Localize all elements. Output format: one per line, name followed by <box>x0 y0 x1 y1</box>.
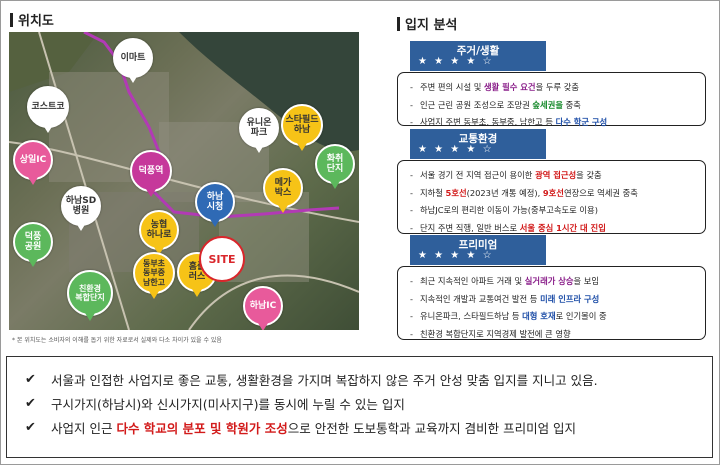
premium-list: 최근 지속적인 아파트 거래 및 실거래가 상승을 보임지속적인 개발과 교통여… <box>410 273 697 343</box>
highlight-text: 9호선 <box>542 187 564 198</box>
list-item: 지속적인 개발과 교통여건 발전 등 미래 인프라 구성 <box>410 291 697 309</box>
highlight-text: 숲세권을 <box>532 99 563 110</box>
emart-pin: 이마트 <box>113 38 153 83</box>
list-item: 서울 경기 전 지역 접근이 용이한 광역 접근성을 갖춤 <box>410 167 697 185</box>
eco-complex-pin: 친환경 복합단지 <box>67 270 113 321</box>
text-segment: 지하철 <box>420 187 446 198</box>
location-title: 위치도 <box>18 14 54 29</box>
highlight-text: 5호선 <box>445 187 467 198</box>
check-icon: ✔ <box>25 419 36 435</box>
highlight-text: 생활 필수 요건 <box>483 82 536 92</box>
hwachwi-complex-pin: 화취 단지 <box>315 144 355 189</box>
text-segment: 최근 지속적인 아파트 거래 및 <box>420 276 525 286</box>
highlight-text: 서울 중심 1시간 대 진입 <box>519 222 606 233</box>
hanam-sd-hospital-pin: 하남SD 병원 <box>61 186 101 231</box>
residential-rating-stars: ★ ★ ★ ★ ☆ <box>418 56 494 67</box>
highlight-text: 대형 호재 <box>522 311 556 321</box>
megabox-pin: 메가 박스 <box>263 168 303 213</box>
text-segment: 을 두루 갖춤 <box>535 82 580 92</box>
hanam-ic-pin: 하남IC <box>243 286 283 330</box>
list-item: 지하철 5호선(2023년 개통 예정), 9호선연장으로 역세권 중축 <box>410 185 697 203</box>
summary-box: ✔ 서울과 인접한 사업지로 좋은 교통, 생활환경을 가지며 복잡하지 않은 … <box>6 356 713 458</box>
list-item: 최근 지속적인 아파트 거래 및 실거래가 상승을 보임 <box>410 273 697 291</box>
summary-row: ✔ 서울과 인접한 사업지로 좋은 교통, 생활환경을 가지며 복잡하지 않은 … <box>25 367 712 391</box>
location-section-title: 위치도 <box>10 10 54 29</box>
list-item: 인근 근린 공원 조성으로 조망권 숲세권을 중축 <box>410 97 697 115</box>
list-item: 친환경 복합단지로 지역경제 발전에 큰 영향 <box>410 326 697 344</box>
text-segment: 을 갖춤 <box>576 170 602 180</box>
starfield-pin: 스타필드 하남 <box>281 104 323 151</box>
analysis-title: 입지 분석 <box>405 18 458 33</box>
residential-card: 주변 편의 시설 및 생활 필수 요건을 두루 갖춤인근 근린 공원 조성으로 … <box>397 72 706 127</box>
list-item: 하남JC로의 편리한 이동이 가능(중부고속도로 이용) <box>410 202 697 220</box>
highlight-text: 다수 학교의 분포 및 학원가 조성 <box>116 420 288 436</box>
check-icon: ✔ <box>25 371 36 387</box>
transport-list: 서울 경기 전 지역 접근이 용이한 광역 접근성을 갖춤지하철 5호선(202… <box>410 167 697 237</box>
text-segment: 사업지 주변 동부초, 동부중, 남한고 등 <box>420 117 556 127</box>
residential-list: 주변 편의 시설 및 생활 필수 요건을 두루 갖춤인근 근린 공원 조성으로 … <box>410 79 697 132</box>
summary-row: ✔ 사업지 인근 다수 학교의 분포 및 학원가 조성으로 안전한 도보통학과 … <box>25 415 712 439</box>
transport-header: 교통환경 ★ ★ ★ ★ ☆ <box>410 129 546 159</box>
text-segment: 친환경 복합단지로 지역경제 발전에 큰 영향 <box>420 328 571 339</box>
text-segment: 주변 편의 시설 및 <box>420 82 484 92</box>
text-segment: 단지 주변 직행, 일반 버스로 <box>420 222 520 233</box>
text-segment: 사업지 인근 <box>51 420 117 436</box>
title-bar-icon <box>10 12 13 27</box>
text-segment: 서울 경기 전 지역 접근이 용이한 <box>420 170 536 180</box>
analysis-section-title: 입지 분석 <box>397 14 457 33</box>
premium-card: 최근 지속적인 아파트 거래 및 실거래가 상승을 보임지속적인 개발과 교통여… <box>397 266 706 340</box>
unique-park-pin: 유니온 파크 <box>239 108 279 153</box>
transport-rating-stars: ★ ★ ★ ★ ☆ <box>418 144 494 155</box>
summary-row: ✔ 구시가지(하남시)와 신시가지(미사지구)를 동시에 누릴 수 있는 입지 <box>25 391 712 415</box>
summary-text: 구시가지(하남시)와 신시가지(미사지구)를 동시에 누릴 수 있는 입지 <box>51 394 405 413</box>
text-segment: 으로 안전한 도보통학과 교육까지 겸비한 프리미엄 입지 <box>287 420 577 436</box>
site-pin: SITE <box>199 236 245 282</box>
premium-rating-stars: ★ ★ ★ ★ ☆ <box>418 250 494 261</box>
text-segment: 인근 근린 공원 조성으로 조망권 <box>420 99 533 110</box>
summary-text: 서울과 인접한 사업지로 좋은 교통, 생활환경을 가지며 복잡하지 않은 주거… <box>51 370 598 389</box>
deokpung-station-pin: 덕풍역 <box>130 150 172 197</box>
dongbu-schools-pin: 동부초 동부중 남한고 <box>133 252 175 299</box>
text-segment: 로 인기몰이 중 <box>555 311 607 321</box>
text-segment: 연장으로 역세권 중축 <box>563 187 638 198</box>
list-item: 유니온파크, 스타필드하남 등 대형 호재로 인기몰이 중 <box>410 308 697 326</box>
hanam-city-hall-pin: 하남 시청 <box>195 182 235 227</box>
highlight-text: 다수 학군 구성 <box>555 117 608 127</box>
text-segment: 지속적인 개발과 교통여건 발전 등 <box>420 293 541 304</box>
text-segment: 을 보임 <box>573 276 600 286</box>
costco-pin: 코스트코 <box>27 86 69 133</box>
list-item: 주변 편의 시설 및 생활 필수 요건을 두루 갖춤 <box>410 79 697 97</box>
location-map: 이마트 코스트코 상일IC 하남SD 병원 덕풍역 유니온 파크 스타필드 하남… <box>9 32 359 330</box>
text-segment: 구시가지(하남시)와 신시가지(미사지구)를 동시에 누릴 수 있는 입지 <box>51 396 405 412</box>
text-segment: 중축 <box>562 99 581 110</box>
residential-header: 주거/생활 ★ ★ ★ ★ ☆ <box>410 41 546 71</box>
map-disclaimer: * 본 위치도는 소비자의 이해를 돕기 위한 자료로서 실제와 다소 차이가 … <box>12 337 222 344</box>
text-segment: 유니온파크, 스타필드하남 등 <box>420 311 523 321</box>
sangil-ic-pin: 상일IC <box>13 140 53 185</box>
highlight-text: 미래 인프라 구성 <box>540 293 600 304</box>
text-segment: 하남JC로의 편리한 이동이 가능(중부고속도로 이용) <box>420 205 598 215</box>
title-bar-icon <box>397 16 400 31</box>
text-segment: 서울과 인접한 사업지로 좋은 교통, 생활환경을 가지며 복잡하지 않은 주거… <box>51 372 598 388</box>
nonghyup-hanaro-pin: 농협 하나로 <box>139 210 179 255</box>
transport-card: 서울 경기 전 지역 접근이 용이한 광역 접근성을 갖춤지하철 5호선(202… <box>397 160 706 234</box>
summary-text: 사업지 인근 다수 학교의 분포 및 학원가 조성으로 안전한 도보통학과 교육… <box>51 418 576 437</box>
premium-header: 프리미엄 ★ ★ ★ ★ ☆ <box>410 235 546 265</box>
highlight-text: 광역 접근성 <box>535 170 577 180</box>
highlight-text: 실거래가 상승 <box>524 276 574 286</box>
check-icon: ✔ <box>25 395 36 411</box>
deokpung-park-pin: 덕풍 공원 <box>13 222 53 267</box>
text-segment: (2023년 개통 예정), <box>466 187 543 198</box>
